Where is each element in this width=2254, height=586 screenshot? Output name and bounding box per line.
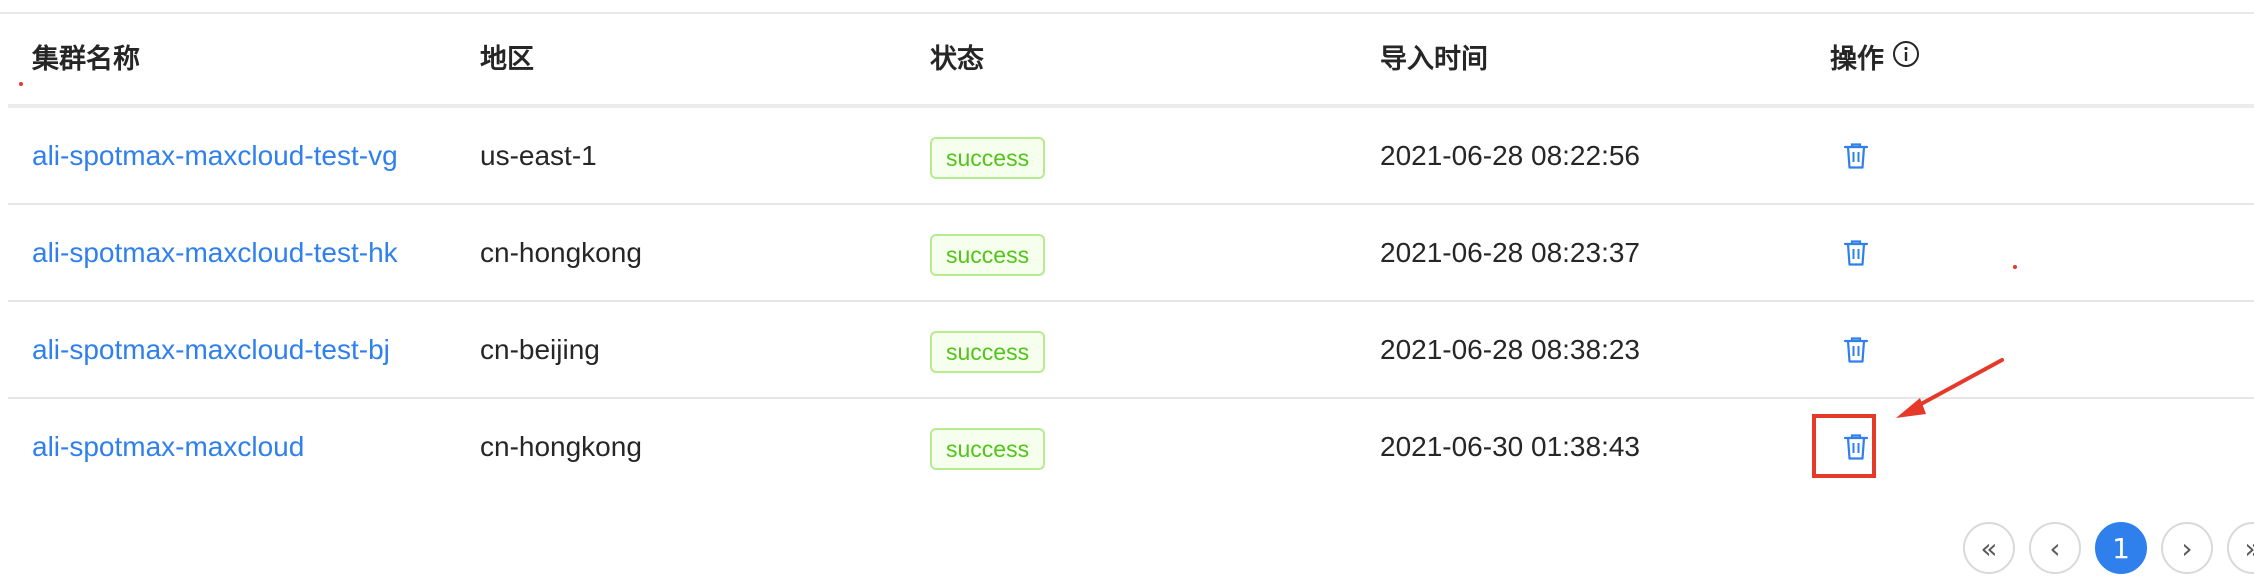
first-page-button[interactable]: « (1963, 522, 2015, 574)
cluster-name-cell: ali-spotmax-maxcloud-test-hk (32, 205, 398, 300)
import-time-cell: 2021-06-28 08:38:23 (1380, 334, 1640, 365)
trash-icon (1843, 239, 1869, 266)
cluster-name-link[interactable]: ali-spotmax-maxcloud-test-vg (32, 140, 398, 171)
header-cluster-name: 集群名称 (32, 44, 140, 74)
page-1-button[interactable]: 1 (2095, 522, 2147, 574)
cluster-name-cell: ali-spotmax-maxcloud-test-bj (32, 302, 390, 397)
trash-icon (1843, 142, 1869, 169)
status-cell: success (930, 399, 1046, 494)
import-time-cell: 2021-06-28 08:23:37 (1380, 237, 1640, 268)
annotation-highlight-box (1812, 414, 1876, 478)
status-cell: success (930, 108, 1046, 203)
status-badge: success (930, 427, 1046, 470)
header-status: 状态 (930, 44, 984, 74)
info-icon[interactable] (1892, 14, 1920, 104)
cluster-name-link[interactable]: ali-spotmax-maxcloud (32, 431, 304, 462)
status-cell: success (930, 205, 1046, 300)
delete-button[interactable] (1834, 302, 1878, 397)
table-header: 集群名称 地区 状态 导入时间 操作 (8, 14, 2254, 108)
prev-page-button[interactable]: ‹ (2029, 522, 2081, 574)
header-actions-label: 操作 (1830, 44, 1884, 74)
pagination: « ‹ 1 › » (1963, 522, 2254, 574)
region-cell: cn-beijing (480, 334, 600, 365)
region-cell: cn-hongkong (480, 237, 642, 268)
cluster-name-cell: ali-spotmax-maxcloud (32, 399, 304, 494)
delete-button[interactable] (1834, 108, 1878, 203)
status-badge: success (930, 330, 1046, 373)
cluster-name-link[interactable]: ali-spotmax-maxcloud-test-hk (32, 237, 398, 268)
import-time-cell: 2021-06-28 08:22:56 (1380, 140, 1640, 171)
annotation-arrow-icon (1896, 358, 2004, 418)
status-cell: success (930, 302, 1046, 397)
annotation-dot (2013, 265, 2017, 269)
region-cell: us-east-1 (480, 140, 597, 171)
table-row: ali-spotmax-maxcloud-test-vg us-east-1 s… (8, 108, 2254, 205)
header-actions: 操作 (1830, 14, 1920, 104)
import-time-cell: 2021-06-30 01:38:43 (1380, 431, 1640, 462)
header-import-time: 导入时间 (1380, 44, 1488, 74)
next-page-button[interactable]: › (2161, 522, 2213, 574)
last-page-button[interactable]: » (2227, 522, 2254, 574)
status-badge: success (930, 136, 1046, 179)
region-cell: cn-hongkong (480, 431, 642, 462)
cluster-name-link[interactable]: ali-spotmax-maxcloud-test-bj (32, 334, 390, 365)
status-badge: success (930, 233, 1046, 276)
annotation-dot (19, 82, 23, 86)
header-region: 地区 (480, 44, 534, 74)
table-row: ali-spotmax-maxcloud-test-hk cn-hongkong… (8, 205, 2254, 302)
cluster-name-cell: ali-spotmax-maxcloud-test-vg (32, 108, 398, 203)
delete-button[interactable] (1834, 205, 1878, 300)
trash-icon (1843, 336, 1869, 363)
